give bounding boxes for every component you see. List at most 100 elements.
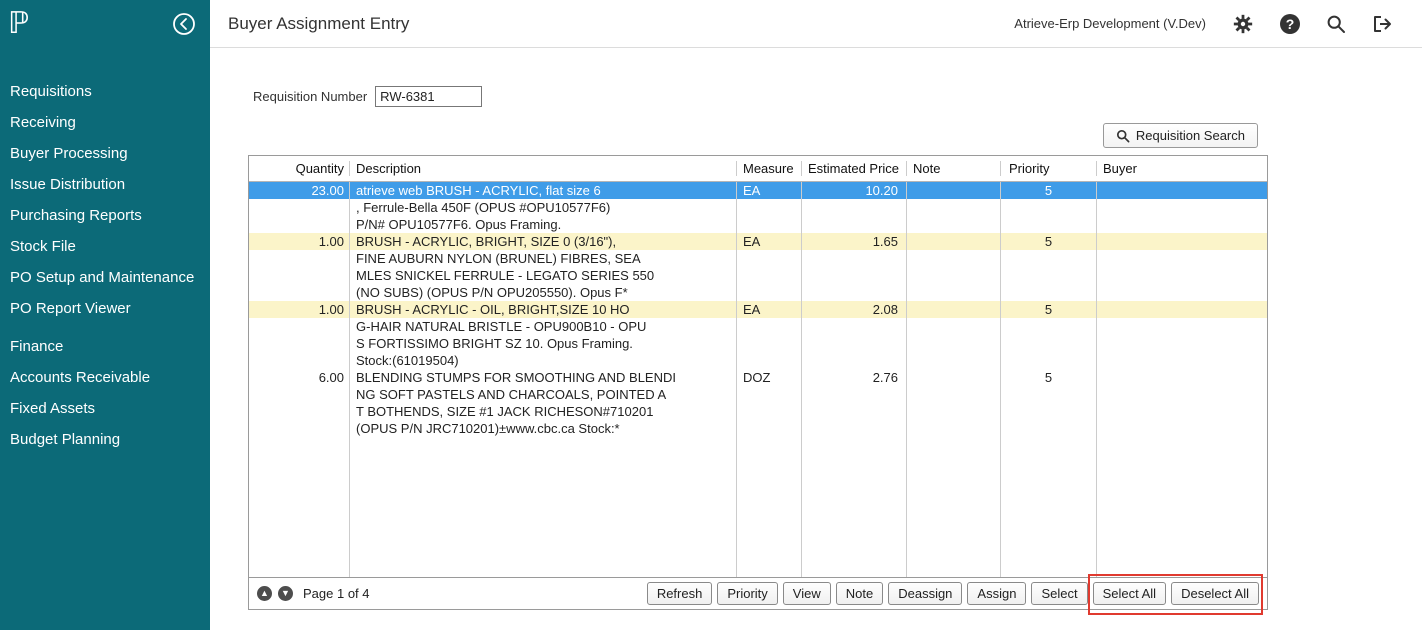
cell-priority: 5	[1000, 301, 1096, 318]
sidebar-collapse-icon[interactable]	[172, 12, 196, 36]
cell-measure	[736, 250, 801, 267]
column-header-description: Description	[349, 161, 736, 176]
page-up-icon[interactable]: ▲	[257, 586, 272, 601]
cell-buyer	[1096, 233, 1267, 250]
sidebar-item-accounts-receivable[interactable]: Accounts Receivable	[0, 362, 210, 393]
cell-priority	[1000, 284, 1096, 301]
cell-description: (OPUS P/N JRC710201)±www.cbc.ca Stock:*	[349, 420, 736, 437]
cell-quantity: 1.00	[249, 301, 349, 318]
table-row-continuation[interactable]: MLES SNICKEL FERRULE - LEGATO SERIES 550	[249, 267, 1267, 284]
cell-description: T BOTHENDS, SIZE #1 JACK RICHESON#710201	[349, 403, 736, 420]
select-button[interactable]: Select	[1031, 582, 1087, 605]
table-row-continuation[interactable]: S FORTISSIMO BRIGHT SZ 10. Opus Framing.	[249, 335, 1267, 352]
cell-quantity	[249, 386, 349, 403]
table-row-continuation[interactable]: (NO SUBS) (OPUS P/N OPU205550). Opus F*	[249, 284, 1267, 301]
search-icon[interactable]	[1326, 14, 1346, 34]
cell-note	[906, 420, 1000, 437]
deassign-button[interactable]: Deassign	[888, 582, 962, 605]
sidebar-item-po-setup-and-maintenance[interactable]: PO Setup and Maintenance	[0, 262, 210, 293]
deselect-all-button[interactable]: Deselect All	[1171, 582, 1259, 605]
requisition-number-input[interactable]	[375, 86, 482, 107]
buyer-assignment-entry-page: ℙ RequisitionsReceivingBuyer ProcessingI…	[0, 0, 1422, 630]
cell-buyer	[1096, 250, 1267, 267]
refresh-button[interactable]: Refresh	[647, 582, 713, 605]
cell-note	[906, 284, 1000, 301]
sidebar-header: ℙ	[0, 0, 210, 48]
table-row[interactable]: 6.00BLENDING STUMPS FOR SMOOTHING AND BL…	[249, 369, 1267, 386]
cell-description: S FORTISSIMO BRIGHT SZ 10. Opus Framing.	[349, 335, 736, 352]
cell-quantity	[249, 352, 349, 369]
table-row-continuation[interactable]: FINE AUBURN NYLON (BRUNEL) FIBRES, SEA	[249, 250, 1267, 267]
requisition-search-button[interactable]: Requisition Search	[1103, 123, 1258, 148]
cell-buyer	[1096, 437, 1267, 577]
sidebar-item-purchasing-reports[interactable]: Purchasing Reports	[0, 200, 210, 231]
column-header-note: Note	[906, 161, 1000, 176]
note-button[interactable]: Note	[836, 582, 883, 605]
table-row[interactable]: 1.00BRUSH - ACRYLIC - OIL, BRIGHT,SIZE 1…	[249, 301, 1267, 318]
priority-button[interactable]: Priority	[717, 582, 777, 605]
cell-measure: EA	[736, 233, 801, 250]
annotated-group: Select AllDeselect All	[1093, 582, 1259, 605]
search-icon	[1116, 129, 1130, 143]
sidebar-item-stock-file[interactable]: Stock File	[0, 231, 210, 262]
cell-priority	[1000, 250, 1096, 267]
cell-measure: DOZ	[736, 369, 801, 386]
logout-icon[interactable]	[1372, 14, 1394, 34]
cell-quantity	[249, 437, 349, 577]
cell-quantity	[249, 284, 349, 301]
sidebar-item-fixed-assets[interactable]: Fixed Assets	[0, 393, 210, 424]
assign-button[interactable]: Assign	[967, 582, 1026, 605]
select-all-button[interactable]: Select All	[1093, 582, 1166, 605]
view-button[interactable]: View	[783, 582, 831, 605]
cell-priority: 5	[1000, 233, 1096, 250]
cell-priority	[1000, 403, 1096, 420]
sidebar-item-issue-distribution[interactable]: Issue Distribution	[0, 169, 210, 200]
help-icon[interactable]: ?	[1280, 14, 1300, 34]
cell-note	[906, 318, 1000, 335]
table-row-continuation[interactable]: G-HAIR NATURAL BRISTLE - OPU900B10 - OPU	[249, 318, 1267, 335]
cell-priority	[1000, 199, 1096, 216]
sidebar-item-requisitions[interactable]: Requisitions	[0, 76, 210, 107]
table-row-continuation[interactable]: , Ferrule-Bella 450F (OPUS #OPU10577F6)	[249, 199, 1267, 216]
table-row-continuation[interactable]: Stock:(61019504)	[249, 352, 1267, 369]
cell-note	[906, 216, 1000, 233]
requisition-search-label: Requisition Search	[1136, 128, 1245, 143]
cell-priority	[1000, 216, 1096, 233]
cell-priority	[1000, 420, 1096, 437]
cell-priority	[1000, 437, 1096, 577]
cell-buyer	[1096, 403, 1267, 420]
cell-measure	[736, 267, 801, 284]
cell-estimated-price	[801, 216, 906, 233]
table-row-continuation[interactable]: NG SOFT PASTELS AND CHARCOALS, POINTED A	[249, 386, 1267, 403]
cell-note	[906, 250, 1000, 267]
cell-quantity	[249, 267, 349, 284]
cell-estimated-price	[801, 335, 906, 352]
table-row[interactable]: 1.00BRUSH - ACRYLIC, BRIGHT, SIZE 0 (3/1…	[249, 233, 1267, 250]
table-row-continuation[interactable]: (OPUS P/N JRC710201)±www.cbc.ca Stock:*	[249, 420, 1267, 437]
cell-buyer	[1096, 301, 1267, 318]
table-row-continuation[interactable]: P/N# OPU10577F6. Opus Framing.	[249, 216, 1267, 233]
cell-estimated-price: 10.20	[801, 182, 906, 199]
cell-estimated-price: 1.65	[801, 233, 906, 250]
cell-description: , Ferrule-Bella 450F (OPUS #OPU10577F6)	[349, 199, 736, 216]
page-down-icon[interactable]: ▼	[278, 586, 293, 601]
cell-description: BRUSH - ACRYLIC - OIL, BRIGHT,SIZE 10 HO	[349, 301, 736, 318]
sidebar-item-buyer-processing[interactable]: Buyer Processing	[0, 138, 210, 169]
column-header-measure: Measure	[736, 161, 801, 176]
cell-priority	[1000, 318, 1096, 335]
cell-buyer	[1096, 352, 1267, 369]
table-row-continuation[interactable]: T BOTHENDS, SIZE #1 JACK RICHESON#710201	[249, 403, 1267, 420]
cell-measure	[736, 352, 801, 369]
cell-estimated-price	[801, 437, 906, 577]
cell-description: G-HAIR NATURAL BRISTLE - OPU900B10 - OPU	[349, 318, 736, 335]
cell-estimated-price	[801, 386, 906, 403]
settings-gear-icon[interactable]	[1232, 13, 1254, 35]
cell-estimated-price	[801, 267, 906, 284]
sidebar-nav: RequisitionsReceivingBuyer ProcessingIss…	[0, 76, 210, 455]
sidebar-item-po-report-viewer[interactable]: PO Report Viewer	[0, 293, 210, 324]
sidebar-item-budget-planning[interactable]: Budget Planning	[0, 424, 210, 455]
sidebar-item-finance[interactable]: Finance	[0, 331, 210, 362]
table-row[interactable]: 23.00atrieve web BRUSH - ACRYLIC, flat s…	[249, 182, 1267, 199]
cell-description: FINE AUBURN NYLON (BRUNEL) FIBRES, SEA	[349, 250, 736, 267]
sidebar-item-receiving[interactable]: Receiving	[0, 107, 210, 138]
